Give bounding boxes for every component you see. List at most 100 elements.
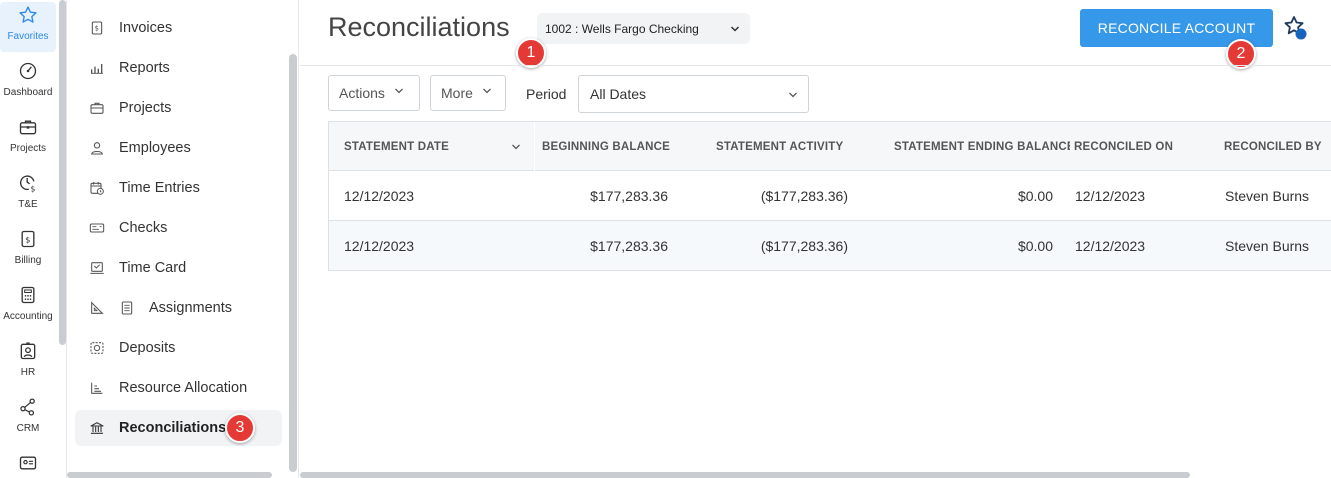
- cell-ending-balance: $0.00: [1017, 238, 1053, 254]
- submenu-label: Checks: [119, 220, 168, 236]
- column-header-reconciled-on[interactable]: RECONCILED ON: [1074, 122, 1214, 171]
- svg-text:$: $: [31, 184, 36, 193]
- chart-icon: [87, 58, 107, 78]
- cell-statement-activity: ($177,283.36): [760, 188, 848, 204]
- column-header-statement-date[interactable]: STATEMENT DATE: [344, 122, 494, 171]
- rail-item-crm[interactable]: CRM: [0, 394, 56, 444]
- column-header-label: STATEMENT ACTIVITY: [716, 140, 844, 153]
- assignments-icon: [117, 298, 137, 318]
- rail-item-favorites[interactable]: Favorites: [0, 2, 56, 52]
- submenu-label: Employees: [119, 140, 191, 156]
- accounting-submenu: $ Invoices Reports Projects Employees Ti…: [67, 0, 299, 478]
- nav-rail: Favorites Dashboard Projects $ T&E $ Bil…: [0, 0, 67, 478]
- main-content: Reconciliations 1002 : Wells Fargo Check…: [300, 0, 1331, 478]
- gauge-icon: [17, 60, 39, 82]
- period-value: All Dates: [590, 86, 647, 102]
- rail-label: Favorites: [7, 31, 49, 42]
- cell-beginning-balance: $177,283.36: [590, 238, 668, 254]
- rail-item-te[interactable]: $ T&E: [0, 170, 56, 220]
- person-icon: [87, 138, 107, 158]
- period-label: Period: [526, 86, 567, 102]
- submenu-label: Resource Allocation: [119, 380, 248, 396]
- submenu-label: Deposits: [119, 340, 176, 356]
- invoice-icon: $: [87, 18, 107, 38]
- sort-chevron-icon[interactable]: [510, 140, 522, 158]
- chevron-down-icon: [481, 84, 493, 102]
- period-select[interactable]: All Dates: [578, 75, 809, 113]
- rail-item-hr[interactable]: HR: [0, 338, 56, 388]
- column-header-reconciled-by[interactable]: RECONCILED BY: [1224, 122, 1331, 171]
- calculator-icon: [17, 284, 39, 306]
- rail-item-dashboard[interactable]: Dashboard: [0, 58, 56, 108]
- clock-dollar-icon: $: [17, 172, 39, 194]
- rail-label: HR: [20, 367, 36, 378]
- timecard-icon: [87, 258, 107, 278]
- reconciliations-table: STATEMENT DATE BEGINNING BALANCE STATEME…: [328, 121, 1331, 271]
- column-header-beginning-balance[interactable]: BEGINNING BALANCE: [542, 122, 677, 171]
- check-icon: [87, 218, 107, 238]
- column-header-label: STATEMENT ENDING BALANCE: [894, 140, 1070, 153]
- triangle-ruler-icon: [87, 298, 107, 318]
- rail-label: T&E: [18, 199, 38, 210]
- submenu-label: Assignments: [149, 300, 233, 316]
- rail-item-projects[interactable]: Projects: [0, 114, 56, 164]
- more-dropdown[interactable]: More: [430, 75, 506, 111]
- submenu-item-time-card[interactable]: Time Card: [75, 250, 282, 286]
- callout-badge-3: 3: [225, 413, 255, 443]
- header-divider: [300, 65, 1331, 66]
- callout-badge-1: 1: [516, 38, 546, 68]
- cell-reconciled-on: 12/12/2023: [1075, 238, 1146, 254]
- favorite-star-icon[interactable]: [1282, 14, 1310, 42]
- calendar-clock-icon: [87, 178, 107, 198]
- cell-reconciled-by: Steven Burns: [1225, 238, 1310, 254]
- submenu-item-invoices[interactable]: $ Invoices: [75, 10, 282, 46]
- account-select-value: 1002 : Wells Fargo Checking: [545, 21, 699, 36]
- rail-item-billing[interactable]: $ Billing: [0, 226, 56, 276]
- invoice-dollar-icon: $: [17, 228, 39, 250]
- submenu-label: Projects: [119, 100, 172, 116]
- column-separator: [534, 122, 535, 171]
- submenu-item-reports[interactable]: Reports: [75, 50, 282, 86]
- column-header-statement-activity[interactable]: STATEMENT ACTIVITY: [716, 122, 856, 171]
- chevron-down-icon: [729, 22, 741, 40]
- submenu-scrollbar[interactable]: [289, 54, 297, 472]
- rail-label: CRM: [16, 423, 40, 434]
- chevron-down-icon: [393, 84, 405, 102]
- submenu-item-projects[interactable]: Projects: [75, 90, 282, 126]
- cell-statement-activity: ($177,283.36): [760, 238, 848, 254]
- submenu-item-checks[interactable]: Checks: [75, 210, 282, 246]
- cell-statement-date: 12/12/2023: [344, 238, 415, 254]
- person-badge-icon: [17, 340, 39, 362]
- column-header-label: RECONCILED BY: [1224, 140, 1322, 153]
- table-row[interactable]: 12/12/2023 $177,283.36 ($177,283.36) $0.…: [329, 221, 1331, 271]
- account-select[interactable]: 1002 : Wells Fargo Checking: [537, 13, 750, 44]
- rail-item-contacts[interactable]: [0, 450, 56, 478]
- rail-label: Dashboard: [3, 87, 53, 98]
- table-row[interactable]: 12/12/2023 $177,283.36 ($177,283.36) $0.…: [329, 171, 1331, 221]
- chevron-down-icon: [787, 88, 799, 106]
- submenu-item-time-entries[interactable]: Time Entries: [75, 170, 282, 206]
- submenu-item-employees[interactable]: Employees: [75, 130, 282, 166]
- svg-text:$: $: [25, 234, 30, 244]
- rail-item-accounting[interactable]: Accounting: [0, 282, 56, 332]
- more-label: More: [441, 85, 473, 101]
- submenu-item-assignments[interactable]: Assignments: [75, 290, 282, 326]
- actions-dropdown[interactable]: Actions: [328, 75, 420, 111]
- actions-label: Actions: [339, 85, 385, 101]
- submenu-label: Reports: [119, 60, 170, 76]
- cell-ending-balance: $0.00: [1017, 188, 1053, 204]
- cell-reconciled-by: Steven Burns: [1225, 188, 1310, 204]
- submenu-label: Reconciliations: [119, 420, 227, 436]
- briefcase-icon: [87, 98, 107, 118]
- network-icon: [17, 396, 39, 418]
- submenu-item-resource-allocation[interactable]: Resource Allocation: [75, 370, 282, 406]
- submenu-label: Time Card: [119, 260, 187, 276]
- main-scrollbar-horizontal[interactable]: [300, 472, 1190, 478]
- resource-chart-icon: [87, 378, 107, 398]
- submenu-item-deposits[interactable]: Deposits: [75, 330, 282, 366]
- column-header-statement-ending-balance[interactable]: STATEMENT ENDING BALANCE: [894, 122, 1070, 171]
- rail-scrollbar[interactable]: [59, 0, 66, 345]
- column-header-label: STATEMENT DATE: [344, 140, 450, 153]
- submenu-scrollbar-horizontal[interactable]: [67, 472, 272, 478]
- page-title: Reconciliations: [328, 12, 510, 42]
